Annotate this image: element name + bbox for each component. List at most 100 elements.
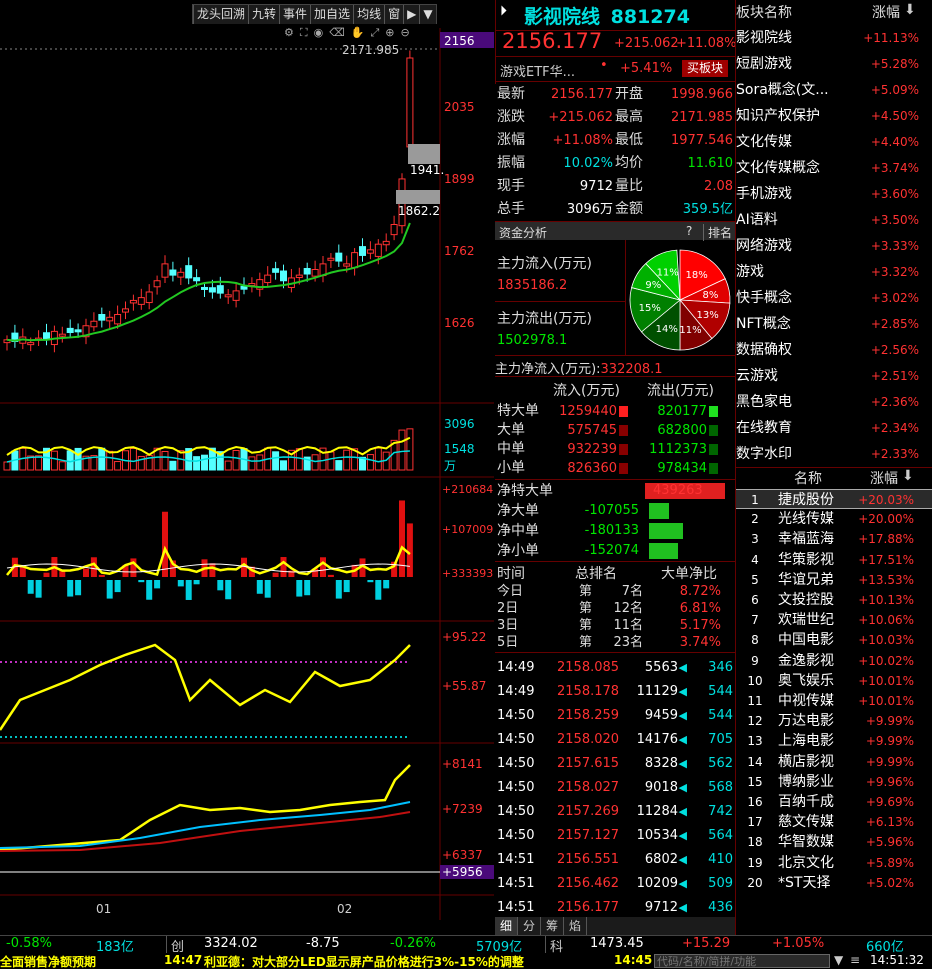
rank-total-header: 总排名: [575, 566, 617, 582]
quote-row: 现手 9712 量比 2.08: [495, 175, 735, 198]
sector-row[interactable]: Sora概念(文... +5.09%: [736, 77, 932, 103]
sector-row-name: 文化传媒: [736, 134, 792, 150]
rank-period: 2日: [497, 601, 519, 616]
sort-down-icon[interactable]: ⬇: [902, 468, 914, 484]
sector-row[interactable]: 快手概念 +3.02%: [736, 285, 932, 311]
sector-row[interactable]: 数字水印 +2.33%: [736, 441, 932, 467]
tick-count: 562: [708, 756, 733, 771]
stock-pct: +10.01%: [858, 694, 914, 708]
sector-row[interactable]: 文化传媒 +4.40%: [736, 129, 932, 155]
sector-row[interactable]: 短剧游戏 +5.28%: [736, 51, 932, 77]
stock-pct-header[interactable]: 涨幅: [870, 468, 898, 488]
stock-row[interactable]: 4 华策影视 +17.51%: [736, 550, 932, 570]
stock-name: *ST天择: [778, 874, 831, 891]
sector-row[interactable]: 网络游戏 +3.33%: [736, 233, 932, 259]
index-pct: +1.05%: [772, 936, 825, 951]
stock-row[interactable]: 12 万达电影 +9.99%: [736, 711, 932, 731]
stock-row[interactable]: 7 欢瑞世纪 +10.06%: [736, 610, 932, 630]
tab-flame[interactable]: 焰: [564, 917, 588, 935]
net-value: -107055: [584, 503, 639, 518]
rank-ratio: 5.17%: [679, 618, 721, 633]
sector-row[interactable]: 知识产权保护 +4.50%: [736, 103, 932, 129]
sector-row[interactable]: 手机游戏 +3.60%: [736, 181, 932, 207]
sector-row[interactable]: 数据确权 +2.56%: [736, 337, 932, 363]
toolbar-arrow-right-icon[interactable]: ▶: [403, 5, 420, 24]
sector-row[interactable]: 在线教育 +2.34%: [736, 415, 932, 441]
stock-row[interactable]: 18 华智数媒 +5.96%: [736, 832, 932, 852]
toolbar-ma-button[interactable]: 均线: [353, 5, 385, 24]
stock-row[interactable]: 16 百纳千成 +9.69%: [736, 792, 932, 812]
toolbar-window-button[interactable]: 窗: [384, 5, 404, 24]
etf-name[interactable]: 游戏ETF华...: [500, 61, 575, 80]
tab-minute[interactable]: 分: [518, 917, 542, 935]
sector-row-name: Sora概念(文...: [736, 82, 829, 98]
stock-row[interactable]: 15 博纳影业 +9.96%: [736, 772, 932, 792]
rank-button[interactable]: 排名: [703, 224, 732, 241]
sector-row[interactable]: AI语料 +3.50%: [736, 207, 932, 233]
stock-row[interactable]: 5 华谊兄弟 +13.53%: [736, 570, 932, 590]
toolbar-event-button[interactable]: 事件: [279, 5, 311, 24]
net-value: -180133: [584, 523, 639, 538]
stock-row[interactable]: 6 文投控股 +10.13%: [736, 590, 932, 610]
tick-arrow-icon: ◀: [678, 781, 687, 794]
tick-volume: 8328: [644, 756, 678, 771]
sector-row[interactable]: 影视院线 +11.13%: [736, 25, 932, 51]
rank-position: 12名: [613, 601, 643, 616]
tick-price: 2157.269: [557, 804, 620, 819]
sector-row-name: 网络游戏: [736, 238, 792, 254]
stock-row[interactable]: 3 幸福蓝海 +17.88%: [736, 529, 932, 549]
pie-label: 18%: [685, 270, 707, 281]
toolbar-chevron-down-icon[interactable]: ▼: [419, 5, 436, 24]
flow-table-header: 流入(万元) 流出(万元): [495, 380, 735, 400]
sector-row[interactable]: 游戏 +3.32%: [736, 259, 932, 285]
quote-value: +215.062: [548, 110, 613, 125]
quote-label: 现手: [497, 178, 525, 194]
sector-name-header[interactable]: 板块名称: [736, 2, 792, 22]
stock-row[interactable]: 17 慈文传媒 +6.13%: [736, 812, 932, 832]
stock-pct: +9.99%: [865, 754, 914, 769]
toolbar-jiuzhuan-button[interactable]: 九转: [248, 5, 280, 24]
net-inflow-row: 主力净流入(万元):332208.1: [495, 358, 663, 377]
stock-name-header[interactable]: 名称: [794, 468, 822, 488]
net-bar: [649, 543, 678, 559]
sector-row[interactable]: 文化传媒概念 +3.74%: [736, 155, 932, 181]
flow-table: 特大单 1259440 820177 大单 575745 682800 中单 9…: [495, 402, 735, 482]
stock-row[interactable]: 10 奥飞娱乐 +10.01%: [736, 671, 932, 691]
tab-chips[interactable]: 筹: [541, 917, 565, 935]
rank-row: 2日 第 12名 6.81%: [495, 600, 735, 617]
kline-chart[interactable]: 2171.985 1941. 1862.2 2156 2035 1899 176…: [0, 28, 494, 920]
stock-row[interactable]: 14 横店影视 +9.99%: [736, 752, 932, 772]
tick-arrow-icon: ◀: [678, 709, 687, 722]
stock-row[interactable]: 2 光线传媒 +20.00%: [736, 509, 932, 529]
flow-type: 中单: [497, 441, 525, 457]
search-dropdown-icon[interactable]: ▼: [834, 953, 843, 967]
sector-row-pct: +5.28%: [870, 57, 919, 71]
sector-row[interactable]: 云游戏 +2.51%: [736, 363, 932, 389]
tab-detail[interactable]: 细: [495, 917, 519, 935]
sector-row[interactable]: NFT概念 +2.85%: [736, 311, 932, 337]
stock-row[interactable]: 13 上海电影 +9.99%: [736, 731, 932, 751]
menu-icon[interactable]: ≡: [850, 953, 860, 967]
help-icon[interactable]: ?: [686, 224, 692, 238]
stock-row[interactable]: 9 金逸影视 +10.02%: [736, 651, 932, 671]
search-input[interactable]: [654, 954, 830, 968]
menu-icon[interactable]: ⏵: [500, 3, 507, 19]
stock-row[interactable]: 20 *ST天择 +5.02%: [736, 873, 932, 893]
news-headline[interactable]: 利亚德：对大部分LED显示屏产品价格进行3%-15%的调整: [204, 953, 524, 969]
toolbar-longtou-button[interactable]: 龙头回溯: [193, 5, 249, 24]
tick-arrow-icon: ◀: [678, 853, 687, 866]
flow-out-value: 682800: [657, 423, 707, 438]
buy-sector-button[interactable]: 买板块: [682, 60, 728, 77]
fund-analysis-title[interactable]: 资金分析: [499, 224, 547, 241]
sort-down-icon[interactable]: ⬇: [904, 2, 916, 18]
sector-row[interactable]: 黑色家电 +2.36%: [736, 389, 932, 415]
stock-row[interactable]: 11 中视传媒 +10.01%: [736, 691, 932, 711]
stock-row[interactable]: 19 北京文化 +5.89%: [736, 853, 932, 873]
stock-row[interactable]: 8 中国电影 +10.03%: [736, 630, 932, 650]
quote-label: 涨幅: [497, 132, 525, 148]
news-headline-prev[interactable]: 全面销售净额预期: [0, 953, 96, 969]
toolbar-add-favorite-button[interactable]: 加自选: [310, 5, 354, 24]
sector-pct-header[interactable]: 涨幅: [872, 2, 900, 22]
sector-row-name: 在线教育: [736, 420, 792, 436]
stock-row[interactable]: 1 捷成股份 +20.03%: [736, 489, 932, 509]
